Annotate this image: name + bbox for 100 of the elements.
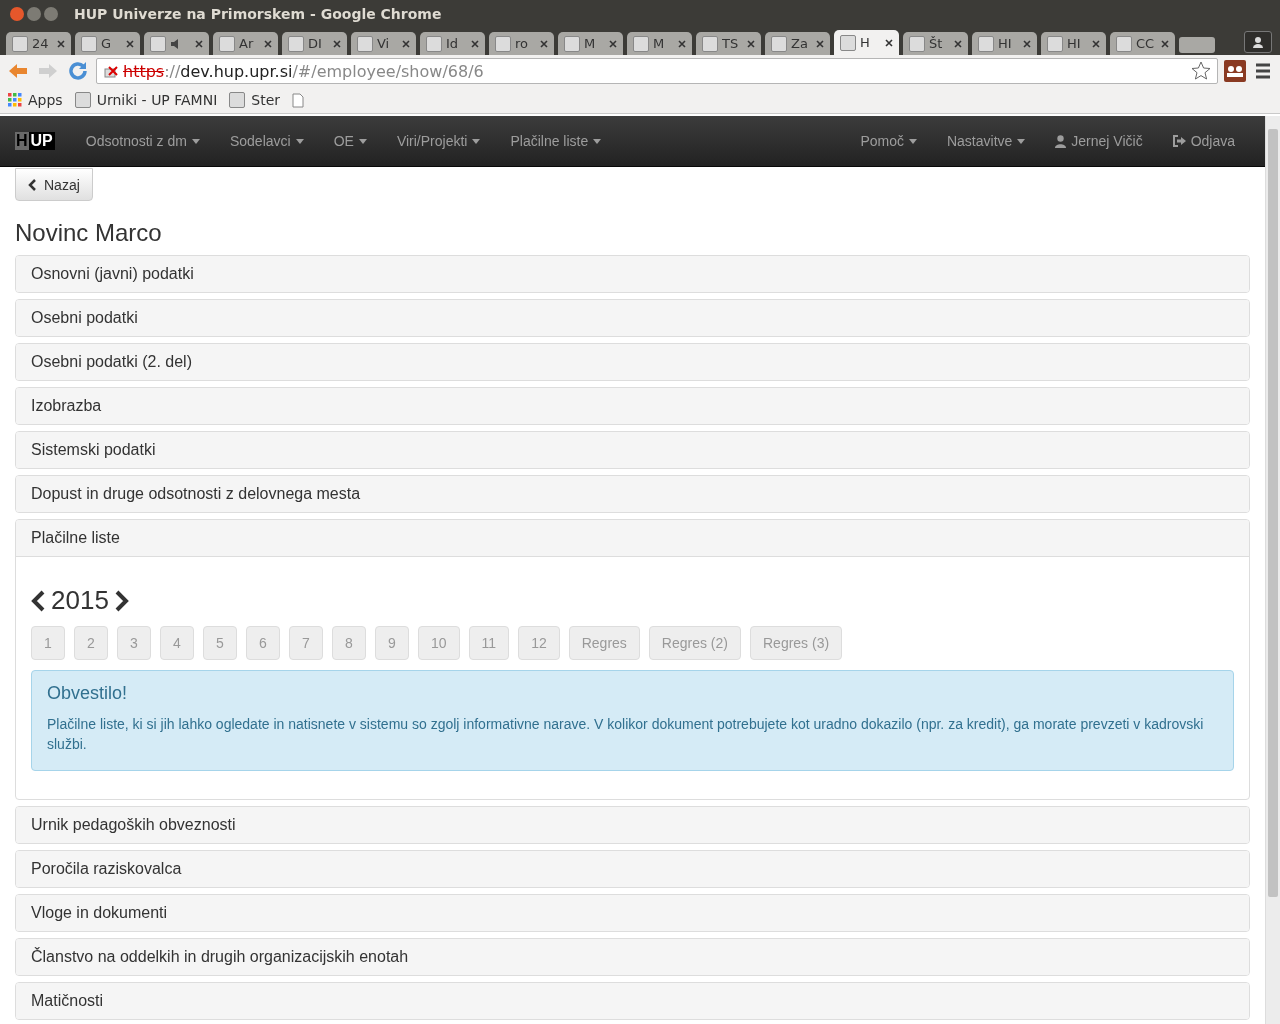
- panel-header[interactable]: Plačilne liste: [16, 520, 1249, 557]
- close-icon[interactable]: [678, 39, 686, 48]
- browser-tab[interactable]: G: [75, 32, 140, 55]
- favicon-icon: [495, 35, 511, 52]
- chevron-left-icon: [28, 178, 36, 191]
- alert-title: Obvestilo!: [47, 683, 129, 704]
- panel-header[interactable]: Vloge in dokumenti: [16, 895, 1249, 931]
- favicon-icon: [229, 92, 246, 108]
- caret-icon: [472, 138, 481, 144]
- window-controls[interactable]: [10, 7, 58, 21]
- panel-header[interactable]: Izobrazba: [16, 388, 1249, 424]
- caret-icon: [908, 138, 917, 144]
- panel-header[interactable]: Članstvo na oddelkih in drugih organizacijskih enotah: [16, 939, 1249, 975]
- nav-link[interactable]: Jernej Vičič: [1040, 133, 1158, 149]
- logout-icon: [1172, 135, 1186, 147]
- nav-link[interactable]: OE: [318, 133, 382, 149]
- close-icon[interactable]: [1023, 39, 1031, 48]
- close-icon[interactable]: [264, 39, 272, 48]
- close-icon[interactable]: [333, 39, 341, 48]
- chevron-left-icon[interactable]: [31, 589, 45, 612]
- favicon-icon: [12, 35, 28, 52]
- panel-header[interactable]: Sistemski podatki: [16, 432, 1249, 468]
- favicon-icon: [771, 35, 787, 52]
- close-icon[interactable]: [609, 39, 617, 48]
- favicon-icon: [909, 35, 925, 52]
- star-icon[interactable]: [1191, 61, 1211, 81]
- caret-icon: [191, 138, 200, 144]
- close-icon[interactable]: [1092, 39, 1100, 48]
- favicon-icon: [74, 92, 91, 108]
- panel-header[interactable]: Dopust in druge odsotnosti z delovnega mesta: [16, 476, 1249, 512]
- bookmark-item[interactable]: Urniki - UP FAMNI: [74, 92, 218, 108]
- browser-tab[interactable]: H: [834, 30, 899, 55]
- profile-icon[interactable]: [1244, 31, 1272, 53]
- close-icon[interactable]: [747, 39, 755, 48]
- browser-tab[interactable]: HI: [1041, 32, 1106, 55]
- caret-icon: [1017, 138, 1026, 144]
- address-bar[interactable]: https://dev.hup.upr.si/#/employee/show/68/6: [96, 58, 1218, 84]
- panel-header[interactable]: Poročila raziskovalca: [16, 851, 1249, 887]
- browser-tab[interactable]: [144, 32, 209, 55]
- close-icon[interactable]: [540, 39, 548, 48]
- user-icon: [1055, 134, 1067, 148]
- panel-header[interactable]: Matičnosti: [16, 983, 1249, 1019]
- nav-link[interactable]: Pomoč: [845, 133, 932, 149]
- nav-link[interactable]: Plačilne liste: [495, 133, 617, 149]
- browser-tab[interactable]: Št: [903, 32, 968, 55]
- favicon-icon: [81, 35, 97, 52]
- favicon-icon: [1047, 35, 1063, 52]
- favicon-icon: [150, 35, 166, 52]
- caret-icon: [358, 138, 367, 144]
- caret-icon: [295, 138, 304, 144]
- chevron-right-icon[interactable]: [114, 589, 129, 612]
- favicon-icon: [357, 35, 373, 52]
- url-text: https://dev.hup.upr.si/#/employee/show/68/6: [123, 61, 485, 81]
- panel-header[interactable]: Osebni podatki (2. del): [16, 344, 1249, 380]
- reload-icon[interactable]: [66, 59, 90, 83]
- favicon-icon: [840, 34, 856, 51]
- nav-link[interactable]: Odjava: [1157, 133, 1250, 149]
- bookmark-item[interactable]: Apps: [8, 92, 63, 108]
- window-title: HUP Univerze na Primorskem - Google Chrome: [74, 6, 442, 22]
- apps-grid-icon: [8, 93, 22, 107]
- browser-tab[interactable]: HI: [972, 32, 1037, 55]
- favicon-icon: [426, 35, 442, 52]
- nav-link[interactable]: Nastavitve: [931, 133, 1041, 149]
- insecure-lock-icon: [103, 63, 119, 79]
- browser-tab[interactable]: Vi: [351, 32, 416, 55]
- browser-tab[interactable]: Id: [420, 32, 485, 55]
- browser-tab[interactable]: DI: [282, 32, 347, 55]
- close-icon[interactable]: [954, 39, 962, 48]
- back-button[interactable]: Nazaj: [15, 168, 93, 201]
- favicon-icon: [564, 35, 580, 52]
- browser-tab[interactable]: 24: [6, 32, 71, 55]
- close-icon[interactable]: [195, 39, 203, 48]
- close-icon[interactable]: [1161, 39, 1169, 48]
- close-icon[interactable]: [816, 39, 824, 48]
- browser-tab[interactable]: M: [627, 32, 692, 55]
- browser-tab[interactable]: Ar: [213, 32, 278, 55]
- close-icon[interactable]: [126, 39, 134, 48]
- close-icon[interactable]: [57, 39, 65, 48]
- panel-header[interactable]: Osebni podatki: [16, 300, 1249, 336]
- browser-tab[interactable]: M: [558, 32, 623, 55]
- favicon-icon: [1116, 35, 1132, 52]
- nav-link[interactable]: Odsotnosti z dm: [70, 133, 215, 149]
- close-icon[interactable]: [885, 38, 893, 47]
- alert-text: Plačilne liste, ki si jih lahko ogledate in natisnete v sistemu so zgolj informativne narave. V kolikor dokument potrebujete kot uradno dokazilo (npr. za kredit), ga morate prevzeti v kadrovski službi.: [47, 715, 1205, 754]
- panel-header[interactable]: Osnovni (javni) podatki: [16, 256, 1249, 292]
- year-label: 2015: [51, 585, 109, 616]
- favicon-icon: [288, 35, 304, 52]
- extension-icon[interactable]: [1224, 60, 1246, 82]
- browser-tab[interactable]: TS: [696, 32, 761, 55]
- close-icon[interactable]: [402, 39, 410, 48]
- browser-tab[interactable]: CC: [1110, 32, 1175, 55]
- browser-tab[interactable]: Za: [765, 32, 830, 55]
- bookmark-item[interactable]: Ster: [229, 92, 281, 108]
- close-icon[interactable]: [471, 39, 479, 48]
- browser-tab[interactable]: ro: [489, 32, 554, 55]
- panel-header[interactable]: Urnik pedagoških obveznosti: [16, 807, 1249, 843]
- nav-link[interactable]: Viri/Projekti: [381, 133, 496, 149]
- scrollbar[interactable]: [1265, 116, 1280, 1024]
- nav-link[interactable]: Sodelavci: [214, 133, 319, 149]
- favicon-icon: [702, 35, 718, 52]
